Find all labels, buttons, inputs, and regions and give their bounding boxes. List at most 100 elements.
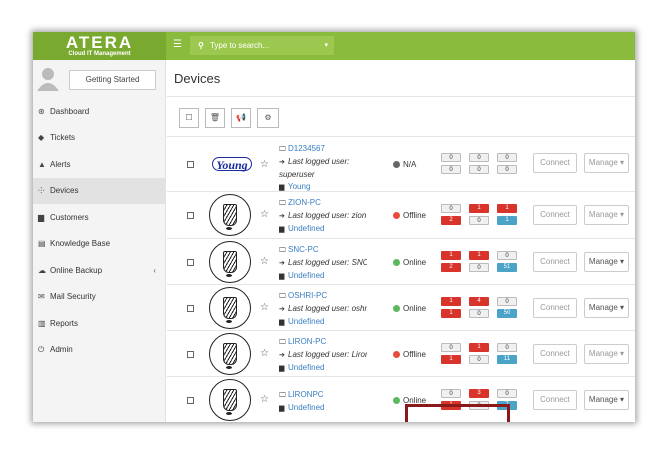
hardware-alert-badge[interactable]: 1 — [441, 251, 461, 260]
connect-button[interactable]: Connect — [533, 153, 577, 173]
performance-alert-badge[interactable]: 2 — [441, 263, 461, 272]
connect-button[interactable]: Connect — [533, 252, 577, 272]
heart-alert-badge[interactable]: 0 — [497, 297, 517, 306]
heart-alert-badge[interactable]: 0 — [497, 343, 517, 352]
device-name-link[interactable]: ZION-PC — [288, 198, 321, 207]
announce-button[interactable]: 📢 — [231, 108, 251, 128]
sidebar-item-devices[interactable]: ⸭ Devices — [33, 178, 166, 204]
row-checkbox[interactable] — [187, 259, 194, 266]
manage-dropdown[interactable]: Manage ▾ — [584, 390, 629, 410]
getting-started-button[interactable]: Getting Started — [69, 70, 156, 90]
customer-link[interactable]: Undefined — [288, 363, 324, 372]
agent-settings-button[interactable]: ⚙ — [257, 108, 279, 128]
mail-alert-badge[interactable]: 0 — [469, 165, 489, 174]
device-row[interactable]: ☆ 🖵 ZION-PC ➔ Last logged user: zion ▆ Unde… — [167, 191, 635, 238]
sidebar-item-tickets[interactable]: ◆ Tickets — [33, 125, 166, 151]
customer-link[interactable]: Young — [288, 182, 310, 191]
manage-dropdown[interactable]: Manage ▾ — [584, 344, 629, 364]
sidebar-item-online-backup[interactable]: ☁ Online Backup ‹ — [33, 258, 166, 284]
manage-dropdown[interactable]: Manage ▾ — [584, 205, 629, 225]
row-checkbox[interactable] — [187, 212, 194, 219]
heart-alert-badge[interactable]: 0 — [497, 251, 517, 260]
chevron-down-icon[interactable]: ▾ — [324, 36, 328, 55]
device-name-link[interactable]: LIRONPC — [288, 390, 324, 399]
sidebar-item-customers[interactable]: ▆ Customers — [33, 205, 166, 231]
performance-alert-badge[interactable]: 1 — [441, 355, 461, 364]
hardware-alert-badge[interactable]: 0 — [441, 204, 461, 213]
hardware-alert-badge[interactable]: 0 — [441, 343, 461, 352]
checkbox-icon: ☐ — [185, 113, 193, 122]
sidebar-item-admin[interactable]: ⏻ Admin — [33, 337, 166, 363]
disk-alert-badge[interactable]: 3 — [469, 389, 489, 398]
delete-button[interactable]: 🗑 — [205, 108, 225, 128]
sidebar-item-reports[interactable]: ▥ Reports — [33, 311, 166, 337]
star-icon[interactable]: ☆ — [260, 394, 269, 405]
select-all-checkbox[interactable]: ☐ — [179, 108, 199, 128]
patches-badge[interactable]: 0 — [497, 165, 517, 174]
bar-chart-icon: ▥ — [38, 319, 46, 328]
star-icon[interactable]: ☆ — [260, 256, 269, 267]
sidebar-item-mail-security[interactable]: ✉ Mail Security — [33, 284, 166, 310]
sidebar-item-dashboard[interactable]: ⊛ Dashboard — [33, 99, 166, 125]
device-row[interactable]: ☆ 🖵 SNC-PC ➔ Last logged user: SNC ▆ Undefi… — [167, 238, 635, 284]
device-row[interactable]: ☆ 🖵 LIRONPC ▆ Undefined Online 0 3 0 1 0 7… — [167, 376, 635, 422]
user-avatar-icon[interactable] — [37, 67, 59, 91]
device-name-link[interactable]: SNC-PC — [288, 245, 319, 254]
device-name-link[interactable]: OSHRI-PC — [288, 291, 327, 300]
mail-alert-badge[interactable]: 0 — [469, 309, 489, 318]
device-row[interactable]: ☆ 🖵OSHRI-PC ➔Last logged user: oshri ▆Un… — [167, 284, 635, 330]
disk-alert-badge[interactable]: 1 — [469, 204, 489, 213]
search-box[interactable]: ⚲ Type to search... ▾ — [190, 36, 334, 55]
manage-dropdown[interactable]: Manage ▾ — [584, 153, 629, 173]
disk-alert-badge[interactable]: 0 — [469, 153, 489, 162]
disk-alert-badge[interactable]: 1 — [469, 343, 489, 352]
row-checkbox[interactable] — [187, 397, 194, 404]
device-name-link[interactable]: LIRON-PC — [288, 337, 326, 346]
connect-button[interactable]: Connect — [533, 390, 577, 410]
sidebar-item-knowledge-base[interactable]: ▤ Knowledge Base — [33, 231, 166, 257]
chevron-left-icon[interactable]: ‹ — [153, 258, 156, 284]
star-icon[interactable]: ☆ — [260, 159, 269, 170]
hardware-alert-badge[interactable]: 0 — [441, 389, 461, 398]
mail-alert-badge[interactable]: 0 — [469, 216, 489, 225]
last-user-label: Last logged user: — [288, 304, 350, 313]
star-icon[interactable]: ☆ — [260, 302, 269, 313]
heart-alert-badge[interactable]: 0 — [497, 153, 517, 162]
device-row[interactable]: Young ☆ 🖵 D1234567 ➔ Last logged user: sup… — [167, 136, 635, 191]
heart-alert-badge[interactable]: 1 — [497, 204, 517, 213]
connect-button[interactable]: Connect — [533, 344, 577, 364]
sidebar-item-alerts[interactable]: ▲ Alerts — [33, 152, 166, 178]
heart-alert-badge[interactable]: 0 — [497, 389, 517, 398]
patches-badge[interactable]: 50 — [497, 309, 517, 318]
customer-link[interactable]: Undefined — [288, 271, 324, 280]
patches-badge[interactable]: 51 — [497, 263, 517, 272]
row-checkbox[interactable] — [187, 351, 194, 358]
hardware-alert-badge[interactable]: 1 — [441, 297, 461, 306]
device-row[interactable]: ☆ 🖵LIRON-PC ➔Last logged user: Liron ▆Un… — [167, 330, 635, 376]
performance-alert-badge[interactable]: 0 — [441, 165, 461, 174]
manage-dropdown[interactable]: Manage ▾ — [584, 298, 629, 318]
hamburger-menu-icon[interactable]: ☰ — [173, 40, 182, 50]
row-checkbox[interactable] — [187, 305, 194, 312]
manage-dropdown[interactable]: Manage ▾ — [584, 252, 629, 272]
patches-badge[interactable]: 11 — [497, 355, 517, 364]
device-name-link[interactable]: D1234567 — [288, 144, 325, 153]
performance-alert-badge[interactable]: 1 — [441, 309, 461, 318]
customer-link[interactable]: Undefined — [288, 403, 324, 412]
patches-badge[interactable]: 1 — [497, 216, 517, 225]
mail-alert-badge[interactable]: 0 — [469, 263, 489, 272]
mail-alert-badge[interactable]: 0 — [469, 355, 489, 364]
sidebar-item-label: Knowledge Base — [50, 239, 111, 248]
disk-alert-badge[interactable]: 4 — [469, 297, 489, 306]
connect-button[interactable]: Connect — [533, 205, 577, 225]
disk-alert-badge[interactable]: 1 — [469, 251, 489, 260]
customer-link[interactable]: Undefined — [288, 224, 324, 233]
star-icon[interactable]: ☆ — [260, 209, 269, 220]
customer-link[interactable]: Undefined — [288, 317, 324, 326]
performance-alert-badge[interactable]: 2 — [441, 216, 461, 225]
connect-button[interactable]: Connect — [533, 298, 577, 318]
star-icon[interactable]: ☆ — [260, 348, 269, 359]
atera-logo[interactable]: ATERA Cloud IT Management — [33, 32, 166, 60]
hardware-alert-badge[interactable]: 0 — [441, 153, 461, 162]
row-checkbox[interactable] — [187, 161, 194, 168]
